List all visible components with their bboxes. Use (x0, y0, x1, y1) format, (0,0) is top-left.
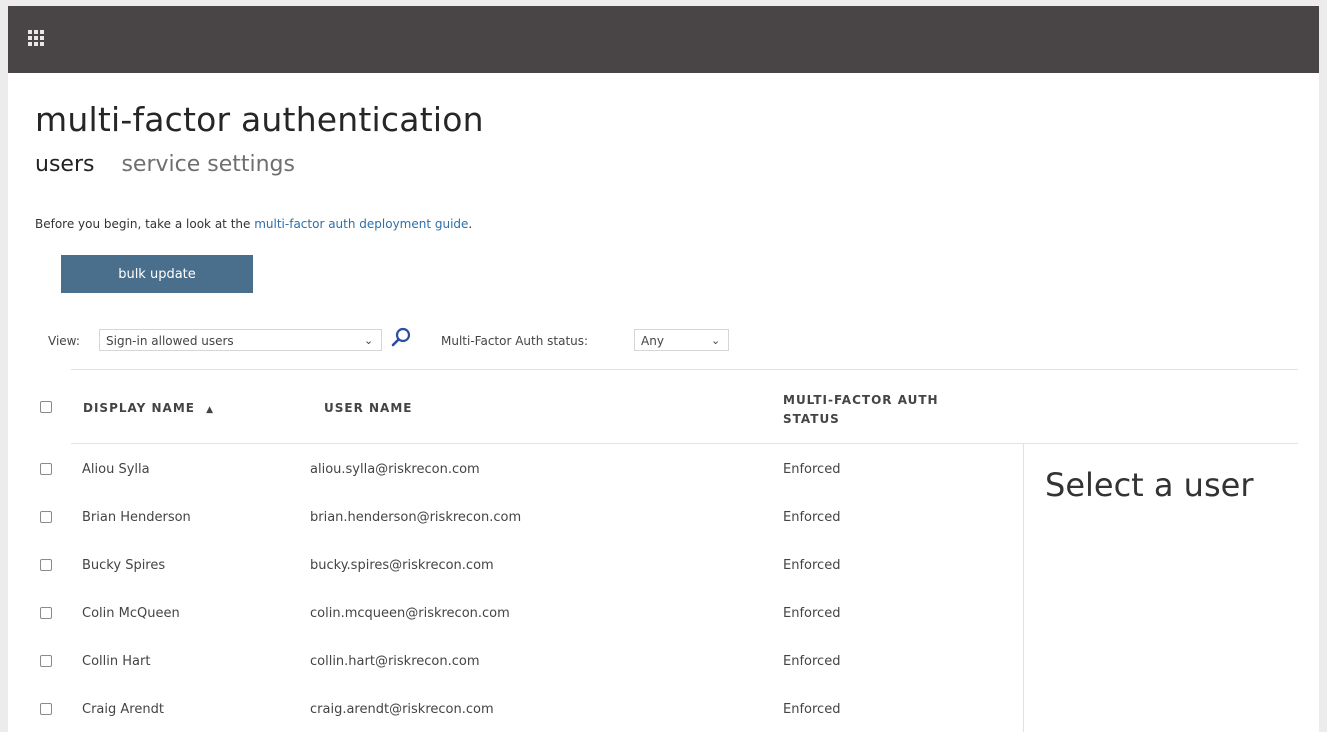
page-frame: multi-factor authentication users servic… (8, 6, 1319, 732)
table-row[interactable]: Collin Hart collin.hart@riskrecon.com En… (8, 636, 1023, 684)
page-title: multi-factor authentication (35, 100, 484, 139)
table-top-divider (71, 369, 1298, 370)
display-name-cell: Brian Henderson (82, 510, 191, 525)
row-checkbox[interactable] (40, 607, 52, 619)
mfa-status-cell: Enforced (783, 606, 841, 621)
display-name-cell: Collin Hart (82, 654, 151, 669)
mfa-status-cell: Enforced (783, 654, 841, 669)
user-name-cell: craig.arendt@riskrecon.com (310, 702, 494, 717)
intro-suffix: . (468, 217, 473, 231)
mfa-status-cell: Enforced (783, 462, 841, 477)
column-header-mfa-status-line1: MULTI-FACTOR AUTH (783, 393, 939, 407)
chevron-down-icon: ⌄ (364, 334, 374, 347)
sort-ascending-icon: ▲ (206, 405, 215, 415)
table-row[interactable]: Colin McQueen colin.mcqueen@riskrecon.co… (8, 588, 1023, 636)
waffle-grid-icon[interactable] (28, 30, 44, 46)
view-select-value: Sign-in allowed users (106, 334, 234, 348)
view-label: View: (48, 334, 80, 348)
bulk-update-button[interactable]: bulk update (61, 255, 253, 293)
user-name-cell: collin.hart@riskrecon.com (310, 654, 480, 669)
user-name-cell: brian.henderson@riskrecon.com (310, 510, 522, 525)
view-select[interactable]: Sign-in allowed users ⌄ (99, 329, 382, 351)
details-placeholder: Select a user (1045, 466, 1254, 504)
search-icon[interactable] (390, 326, 414, 350)
display-name-cell: Bucky Spires (82, 558, 166, 573)
row-checkbox[interactable] (40, 559, 52, 571)
row-checkbox[interactable] (40, 703, 52, 715)
mfa-status-label: Multi-Factor Auth status: (441, 334, 589, 348)
mfa-status-select[interactable]: Any ⌄ (634, 329, 729, 351)
display-name-cell: Colin McQueen (82, 606, 180, 621)
chevron-down-icon: ⌄ (711, 334, 721, 347)
select-all-checkbox[interactable] (40, 401, 52, 413)
intro-text: Before you begin, take a look at the mul… (35, 217, 472, 231)
column-header-display-name[interactable]: DISPLAY NAME ▲ (83, 401, 214, 415)
row-checkbox[interactable] (40, 655, 52, 667)
mfa-status-cell: Enforced (783, 702, 841, 717)
row-checkbox[interactable] (40, 463, 52, 475)
details-divider (1023, 444, 1024, 732)
tab-service-settings[interactable]: service settings (121, 152, 295, 177)
column-header-mfa-status: MULTI-FACTOR AUTH STATUS (783, 391, 939, 429)
table-row[interactable]: Bucky Spires bucky.spires@riskrecon.com … (8, 540, 1023, 588)
mfa-status-cell: Enforced (783, 510, 841, 525)
top-bar (8, 6, 1319, 73)
intro-prefix: Before you begin, take a look at the (35, 217, 255, 231)
column-header-display-name-label: DISPLAY NAME (83, 401, 195, 415)
deployment-guide-link[interactable]: multi-factor auth deployment guide (254, 217, 468, 231)
row-checkbox[interactable] (40, 511, 52, 523)
column-header-user-name: USER NAME (324, 401, 413, 415)
table-row[interactable]: Brian Henderson brian.henderson@riskreco… (8, 492, 1023, 540)
user-name-cell: bucky.spires@riskrecon.com (310, 558, 494, 573)
display-name-cell: Aliou Sylla (82, 462, 150, 477)
mfa-status-cell: Enforced (783, 558, 841, 573)
display-name-cell: Craig Arendt (82, 702, 164, 717)
mfa-status-select-value: Any (641, 334, 664, 348)
column-header-mfa-status-line2: STATUS (783, 412, 840, 426)
table-row[interactable]: Aliou Sylla aliou.sylla@riskrecon.com En… (8, 444, 1023, 492)
table-row[interactable]: Craig Arendt craig.arendt@riskrecon.com … (8, 684, 1023, 732)
tab-bar: users service settings (35, 152, 315, 177)
user-name-cell: colin.mcqueen@riskrecon.com (310, 606, 510, 621)
user-name-cell: aliou.sylla@riskrecon.com (310, 462, 480, 477)
tab-users[interactable]: users (35, 152, 94, 177)
